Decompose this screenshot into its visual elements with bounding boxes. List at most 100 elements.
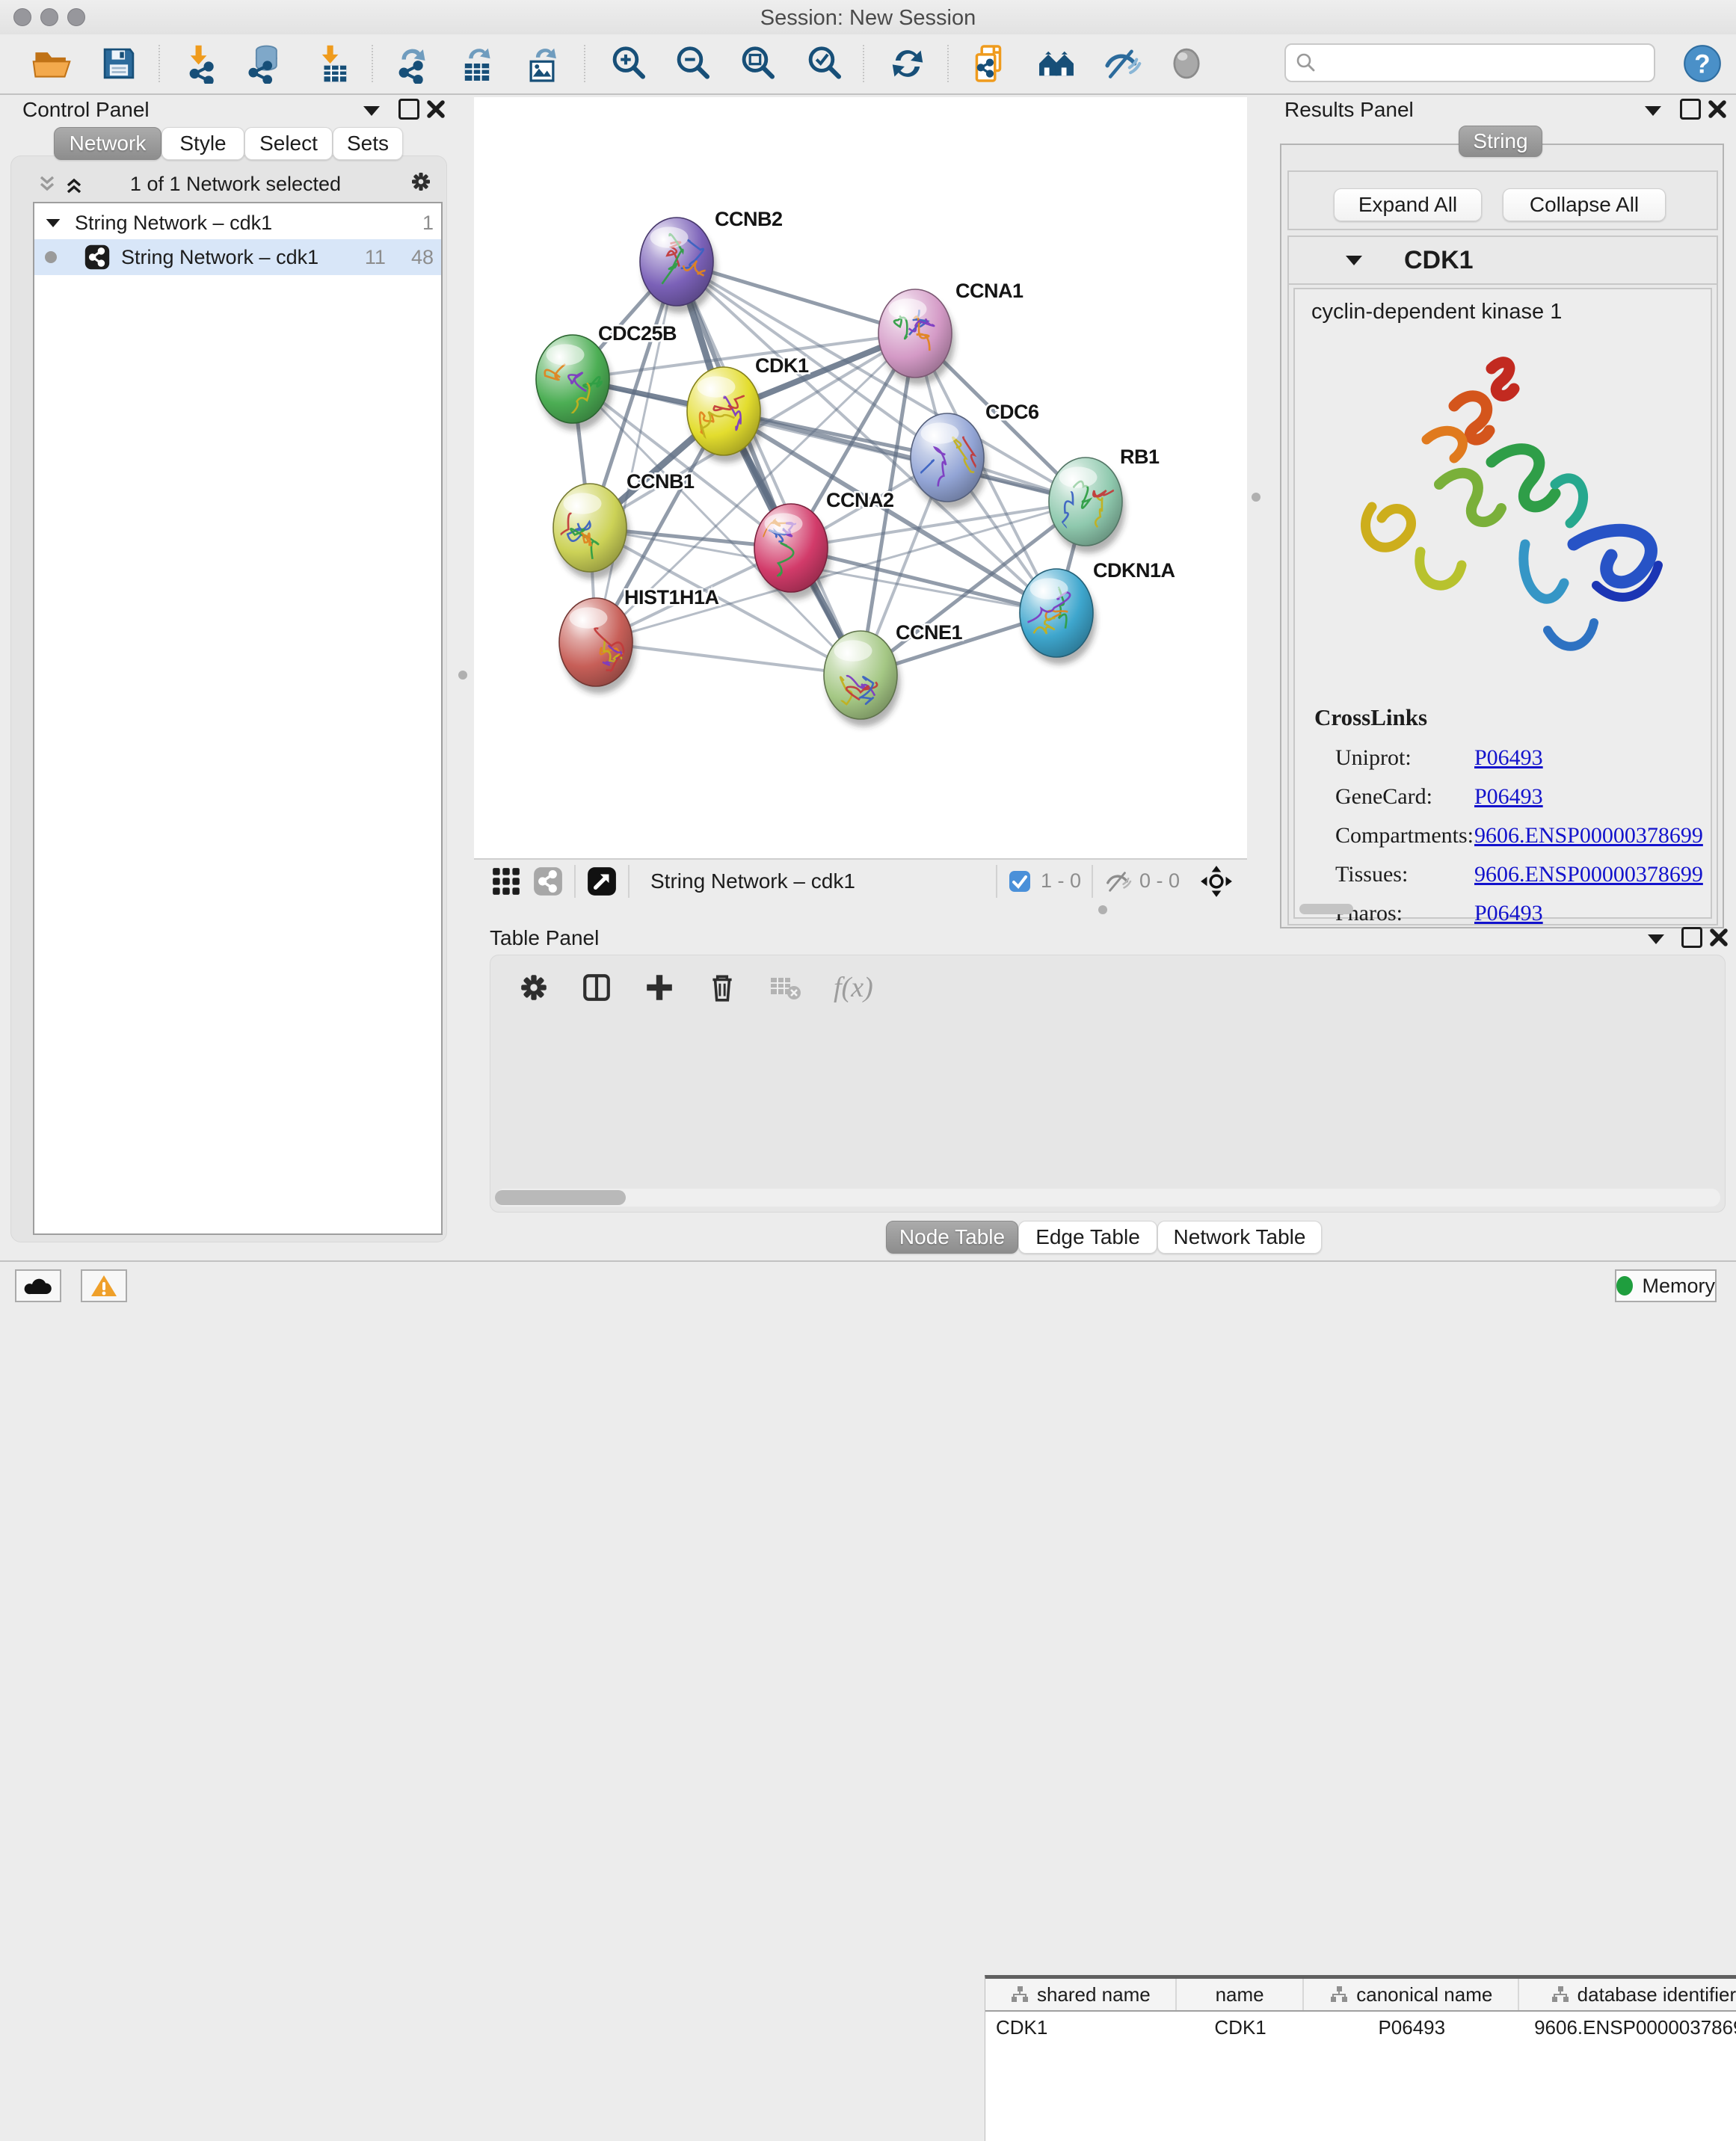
network-collection-row[interactable]: String Network – cdk1 1 — [34, 203, 441, 239]
crosslink-label: Pharos: — [1335, 901, 1474, 926]
crosslink-link[interactable]: P06493 — [1474, 901, 1543, 926]
table-horizontal-scrollbar[interactable] — [495, 1190, 626, 1205]
zoom-out-icon[interactable] — [671, 42, 715, 85]
memory-label: Memory — [1642, 1275, 1715, 1298]
expand-all-networks-icon[interactable] — [63, 173, 85, 196]
zoom-selected-icon[interactable] — [803, 42, 846, 85]
network-node-CDKN1A[interactable] — [1020, 569, 1096, 665]
tab-string-results[interactable]: String — [1459, 126, 1542, 157]
zoom-in-icon[interactable] — [607, 42, 650, 85]
show-all-icon[interactable] — [1165, 42, 1208, 85]
network-node-CDK1[interactable] — [687, 367, 763, 463]
selected-nodes-checkbox-icon[interactable] — [1008, 869, 1032, 893]
export-image-icon[interactable] — [520, 42, 564, 85]
collapse-all-networks-icon[interactable] — [36, 173, 58, 196]
table-panel-float-icon[interactable] — [1681, 926, 1703, 949]
cell-database-identifier[interactable]: 9606.ENSP00000378699 — [1519, 2012, 1736, 2043]
network-node-CCNA1[interactable] — [878, 289, 955, 385]
node-label-CCNA2: CCNA2 — [826, 489, 894, 511]
import-table-file-icon[interactable] — [313, 42, 356, 85]
column-header-canonical-name[interactable]: canonical name — [1304, 1979, 1519, 2010]
fit-content-crosshair-icon[interactable] — [1199, 864, 1234, 899]
results-panel-float-icon[interactable] — [1679, 98, 1702, 120]
add-column-icon[interactable] — [644, 972, 675, 1003]
results-panel-close-icon[interactable] — [1706, 98, 1729, 120]
column-header-shared-name[interactable]: shared name — [985, 1979, 1177, 2010]
column-header-name[interactable]: name — [1177, 1979, 1305, 2010]
first-neighbors-icon[interactable] — [1035, 42, 1078, 85]
import-network-file-icon[interactable] — [181, 42, 224, 85]
delete-table-icon[interactable] — [769, 973, 802, 1002]
collection-expand-icon[interactable] — [46, 218, 61, 227]
copy-style-icon[interactable] — [968, 42, 1012, 85]
network-node-CDC6[interactable] — [911, 413, 991, 509]
table-panel-menu-icon[interactable] — [1645, 928, 1667, 950]
column-header-database-identifier[interactable]: database identifier — [1519, 1979, 1736, 2010]
open-session-icon[interactable] — [30, 42, 73, 85]
network-node-CCNB2[interactable] — [640, 218, 716, 313]
zoom-fit-icon[interactable] — [736, 42, 780, 85]
hide-selected-icon[interactable] — [1100, 42, 1143, 85]
network-canvas[interactable]: CCNB2CCNA1CDC25BCDK1CDC6RB1CCNB1CCNA2CDK… — [474, 97, 1247, 858]
node-label-CCNB1: CCNB1 — [627, 470, 695, 493]
crosslink-link[interactable]: 9606.ENSP00000378699 — [1474, 823, 1703, 848]
save-session-icon[interactable] — [97, 42, 141, 85]
crosslink-link[interactable]: P06493 — [1474, 745, 1543, 771]
cell-name[interactable]: CDK1 — [1177, 2012, 1305, 2043]
hidden-elements-count: 0 - 0 — [1139, 869, 1180, 893]
help-icon[interactable]: ? — [1681, 42, 1724, 85]
table-panel: f(x) shared name name canonical name dat… — [490, 955, 1726, 1213]
expand-all-button[interactable]: Expand All — [1334, 188, 1482, 221]
refresh-view-icon[interactable] — [886, 42, 929, 85]
grid-view-icon[interactable] — [490, 866, 522, 897]
right-splitter-handle[interactable] — [1252, 493, 1261, 502]
tab-node-table[interactable]: Node Table — [886, 1221, 1018, 1254]
network-node-RB1[interactable] — [1049, 458, 1125, 553]
control-panel-float-icon[interactable] — [398, 98, 420, 120]
cell-canonical-name[interactable]: P06493 — [1304, 2012, 1519, 2043]
network-options-gear-icon[interactable] — [410, 170, 432, 193]
memory-status-button[interactable]: Memory — [1615, 1269, 1717, 1302]
tab-style[interactable]: Style — [161, 127, 244, 160]
export-network-icon[interactable] — [390, 42, 434, 85]
horizontal-splitter-handle[interactable] — [1098, 905, 1107, 914]
gene-collapse-icon[interactable] — [1346, 256, 1362, 265]
control-panel-title: Control Panel — [22, 98, 150, 122]
tab-edge-table[interactable]: Edge Table — [1018, 1221, 1157, 1254]
apply-function-icon[interactable]: f(x) — [834, 971, 873, 1004]
collapse-all-button[interactable]: Collapse All — [1503, 188, 1666, 221]
table-panel-close-icon[interactable] — [1708, 926, 1730, 949]
tab-select[interactable]: Select — [244, 127, 333, 160]
gene-results-section: CDK1 cyclin-dependent kinase 1 CrossLink… — [1287, 235, 1718, 925]
tab-network-table[interactable]: Network Table — [1157, 1221, 1322, 1254]
search-input[interactable] — [1284, 43, 1655, 82]
network-node-CCNB1[interactable] — [550, 484, 630, 579]
gene-section-header[interactable]: CDK1 — [1289, 237, 1717, 285]
show-columns-icon[interactable] — [581, 972, 612, 1003]
network-view-mode-icon[interactable] — [532, 866, 564, 897]
crosslink-link[interactable]: P06493 — [1474, 784, 1543, 810]
results-horizontal-scrollbar[interactable] — [1299, 904, 1353, 914]
table-settings-gear-icon[interactable] — [518, 972, 550, 1003]
network-node-CCNA2[interactable] — [754, 504, 831, 600]
cloud-status-button[interactable] — [15, 1269, 61, 1302]
control-panel-menu-icon[interactable] — [360, 99, 383, 122]
cell-shared-name[interactable]: CDK1 — [985, 2012, 1177, 2043]
import-network-database-icon[interactable] — [244, 42, 287, 85]
birds-eye-view-icon[interactable] — [586, 866, 618, 897]
network-node-HIST1H1A[interactable] — [559, 598, 635, 694]
export-table-icon[interactable] — [455, 42, 499, 85]
tab-sets[interactable]: Sets — [333, 127, 403, 160]
warnings-status-button[interactable] — [81, 1269, 127, 1302]
delete-column-icon[interactable] — [707, 972, 738, 1003]
node-label-CDKN1A: CDKN1A — [1093, 559, 1175, 582]
tab-network[interactable]: Network — [54, 127, 161, 160]
network-row-selected[interactable]: String Network – cdk1 11 48 — [34, 239, 441, 275]
left-splitter-handle[interactable] — [458, 671, 467, 680]
network-row-label: String Network – cdk1 — [121, 246, 318, 269]
control-panel-close-icon[interactable] — [425, 98, 447, 120]
network-node-CCNE1[interactable] — [824, 631, 900, 727]
results-panel-menu-icon[interactable] — [1642, 99, 1664, 122]
network-tree: String Network – cdk1 1 String Network –… — [33, 202, 443, 1235]
crosslink-link[interactable]: 9606.ENSP00000378699 — [1474, 862, 1703, 887]
